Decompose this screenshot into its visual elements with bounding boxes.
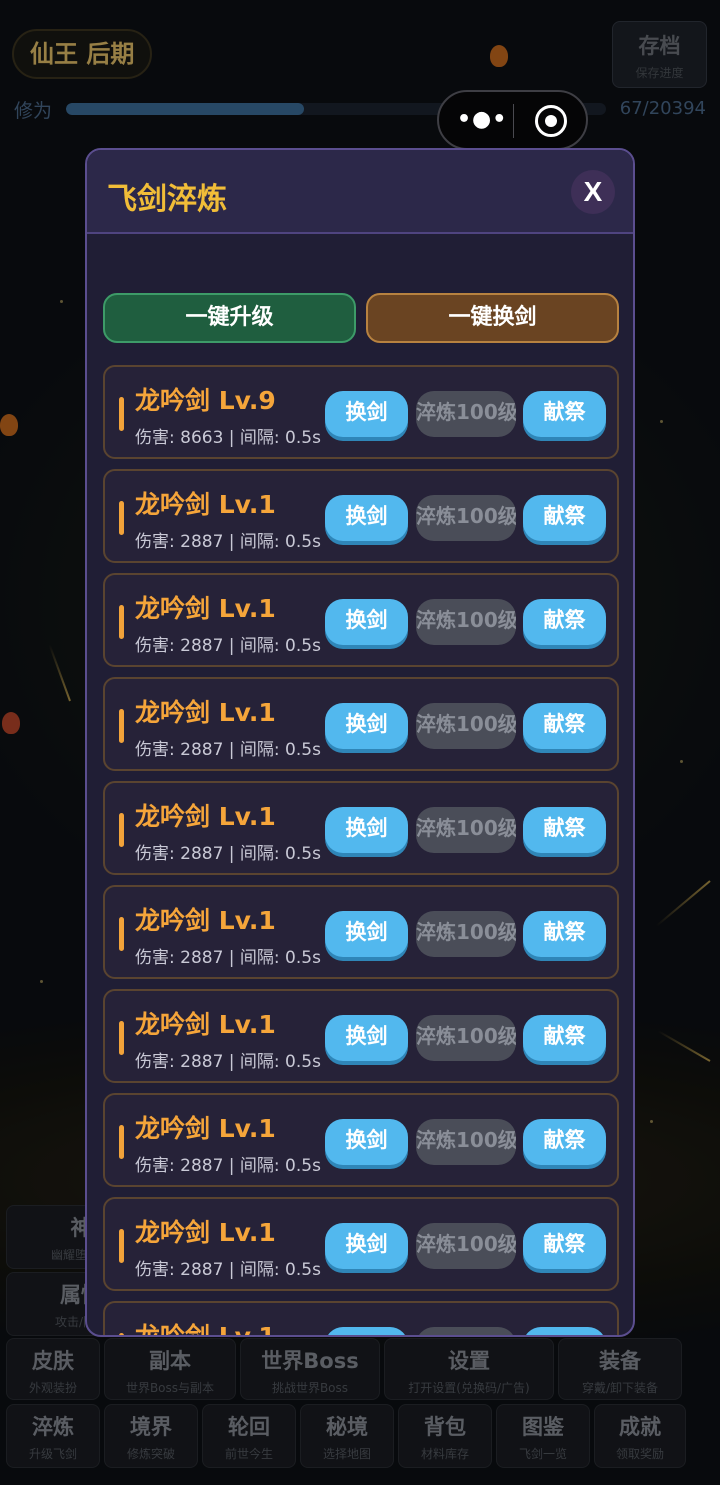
sword-name: 龙吟剑 Lv.1 bbox=[135, 802, 276, 831]
sacrifice-button[interactable]: 献祭 bbox=[523, 911, 606, 957]
refine-100-button[interactable]: 淬炼100级 bbox=[416, 1327, 516, 1335]
sword-row: 龙吟剑 Lv.1 伤害: 2887 | 间隔: 0.5s 换剑 淬炼100级 献祭 bbox=[103, 1093, 619, 1187]
refine-100-button[interactable]: 淬炼100级 bbox=[416, 1119, 516, 1165]
sword-stats: 伤害: 2887 | 间隔: 0.5s bbox=[135, 740, 321, 760]
sword-row: 龙吟剑 Lv.1 换剑淬炼100级献祭 bbox=[103, 1301, 619, 1337]
sword-stats: 伤害: 2887 | 间隔: 0.5s bbox=[135, 1156, 321, 1176]
sword-stats: 伤害: 2887 | 间隔: 0.5s bbox=[135, 1052, 321, 1072]
sword-name: 龙吟剑 Lv.1 bbox=[135, 1010, 276, 1039]
sacrifice-button[interactable]: 献祭 bbox=[523, 703, 606, 749]
refine-100-button[interactable]: 淬炼100级 bbox=[416, 911, 516, 957]
sword-accent-bar bbox=[119, 397, 124, 431]
sword-row: 龙吟剑 Lv.1 伤害: 2887 | 间隔: 0.5s 换剑 淬炼100级 献祭 bbox=[103, 781, 619, 875]
sword-refine-modal: 飞剑淬炼 X 一键升级 一键换剑 龙吟剑 Lv.9 伤害: 8663 | 间隔: … bbox=[85, 148, 635, 1337]
swap-sword-button[interactable]: 换剑 bbox=[325, 1327, 408, 1335]
refine-100-button[interactable]: 淬炼100级 bbox=[416, 703, 516, 749]
swap-sword-button[interactable]: 换剑 bbox=[325, 1015, 408, 1061]
sword-stats: 伤害: 8663 | 间隔: 0.5s bbox=[135, 428, 321, 448]
swap-sword-button[interactable]: 换剑 bbox=[325, 391, 408, 437]
refine-100-button[interactable]: 淬炼100级 bbox=[416, 495, 516, 541]
sword-stats: 伤害: 2887 | 间隔: 0.5s bbox=[135, 1260, 321, 1280]
refine-100-button[interactable]: 淬炼100级 bbox=[416, 807, 516, 853]
sacrifice-button[interactable]: 献祭 bbox=[523, 391, 606, 437]
sword-name: 龙吟剑 Lv.1 bbox=[135, 698, 276, 727]
sword-accent-bar bbox=[119, 605, 124, 639]
sword-accent-bar bbox=[119, 1333, 124, 1335]
sword-row: 龙吟剑 Lv.9 伤害: 8663 | 间隔: 0.5s 换剑 淬炼100级 献祭 bbox=[103, 365, 619, 459]
sword-stats: 伤害: 2887 | 间隔: 0.5s bbox=[135, 844, 321, 864]
sword-accent-bar bbox=[119, 813, 124, 847]
sword-row: 龙吟剑 Lv.1 伤害: 2887 | 间隔: 0.5s 换剑 淬炼100级 献祭 bbox=[103, 989, 619, 1083]
refine-100-button[interactable]: 淬炼100级 bbox=[416, 1015, 516, 1061]
sword-accent-bar bbox=[119, 1125, 124, 1159]
swap-sword-button[interactable]: 换剑 bbox=[325, 495, 408, 541]
sword-name: 龙吟剑 Lv.1 bbox=[135, 490, 276, 519]
more-dots-icon[interactable]: •●• bbox=[457, 107, 507, 132]
sword-accent-bar bbox=[119, 1229, 124, 1263]
sword-accent-bar bbox=[119, 1021, 124, 1055]
modal-title: 飞剑淬炼 bbox=[107, 182, 227, 217]
target-icon[interactable] bbox=[535, 105, 567, 137]
sword-row: 龙吟剑 Lv.1 伤害: 2887 | 间隔: 0.5s 换剑 淬炼100级 献祭 bbox=[103, 677, 619, 771]
sword-accent-bar bbox=[119, 917, 124, 951]
sacrifice-button[interactable]: 献祭 bbox=[523, 1223, 606, 1269]
sacrifice-button[interactable]: 献祭 bbox=[523, 495, 606, 541]
capsule-divider bbox=[513, 104, 514, 138]
refine-100-button[interactable]: 淬炼100级 bbox=[416, 1223, 516, 1269]
swap-sword-button[interactable]: 换剑 bbox=[325, 1223, 408, 1269]
sword-name: 龙吟剑 Lv.1 bbox=[135, 1114, 276, 1143]
swap-sword-button[interactable]: 换剑 bbox=[325, 911, 408, 957]
sword-row: 龙吟剑 Lv.1 伤害: 2887 | 间隔: 0.5s 换剑 淬炼100级 献祭 bbox=[103, 1197, 619, 1291]
bulk-upgrade-button[interactable]: 一键升级 bbox=[103, 293, 356, 343]
swap-sword-button[interactable]: 换剑 bbox=[325, 1119, 408, 1165]
sword-stats: 伤害: 2887 | 间隔: 0.5s bbox=[135, 636, 321, 656]
sacrifice-button[interactable]: 献祭 bbox=[523, 1119, 606, 1165]
refine-100-button[interactable]: 淬炼100级 bbox=[416, 391, 516, 437]
sword-row: 龙吟剑 Lv.1 伤害: 2887 | 间隔: 0.5s 换剑 淬炼100级 献祭 bbox=[103, 885, 619, 979]
refine-100-button[interactable]: 淬炼100级 bbox=[416, 599, 516, 645]
sword-name: 龙吟剑 Lv.9 bbox=[135, 386, 276, 415]
close-button[interactable]: X bbox=[571, 170, 615, 214]
swap-sword-button[interactable]: 换剑 bbox=[325, 703, 408, 749]
sacrifice-button[interactable]: 献祭 bbox=[523, 807, 606, 853]
sword-name: 龙吟剑 Lv.1 bbox=[135, 906, 276, 935]
modal-header: 飞剑淬炼 X bbox=[87, 150, 633, 234]
bulk-swap-button[interactable]: 一键换剑 bbox=[366, 293, 619, 343]
mini-program-capsule: •●• bbox=[437, 90, 588, 150]
sword-row: 龙吟剑 Lv.1 伤害: 2887 | 间隔: 0.5s 换剑 淬炼100级 献祭 bbox=[103, 469, 619, 563]
sword-stats: 伤害: 2887 | 间隔: 0.5s bbox=[135, 948, 321, 968]
sword-name: 龙吟剑 Lv.1 bbox=[135, 1322, 276, 1337]
sword-stats: 伤害: 2887 | 间隔: 0.5s bbox=[135, 532, 321, 552]
sword-row: 龙吟剑 Lv.1 伤害: 2887 | 间隔: 0.5s 换剑 淬炼100级 献祭 bbox=[103, 573, 619, 667]
sword-name: 龙吟剑 Lv.1 bbox=[135, 594, 276, 623]
sword-accent-bar bbox=[119, 501, 124, 535]
swap-sword-button[interactable]: 换剑 bbox=[325, 599, 408, 645]
sacrifice-button[interactable]: 献祭 bbox=[523, 1015, 606, 1061]
sacrifice-button[interactable]: 献祭 bbox=[523, 1327, 606, 1335]
swap-sword-button[interactable]: 换剑 bbox=[325, 807, 408, 853]
sword-accent-bar bbox=[119, 709, 124, 743]
sacrifice-button[interactable]: 献祭 bbox=[523, 599, 606, 645]
sword-name: 龙吟剑 Lv.1 bbox=[135, 1218, 276, 1247]
